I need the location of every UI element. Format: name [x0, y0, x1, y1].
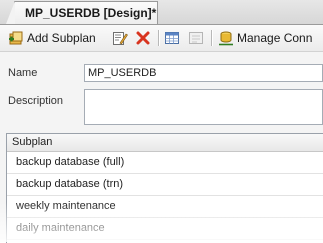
subplan-row[interactable]: daily maintenance [7, 218, 323, 240]
add-subplan-button[interactable]: Add Subplan [8, 29, 96, 47]
manage-connections-label: Manage Conn [237, 31, 313, 45]
add-subplan-label: Add Subplan [27, 31, 96, 45]
manage-connections-button[interactable]: Manage Conn [218, 29, 312, 47]
subplan-grid: Subplan backup database (full) backup da… [6, 133, 323, 243]
disabled-icon [189, 32, 203, 44]
toolbar-separator [158, 30, 159, 46]
subplan-row[interactable]: backup database (full) [7, 152, 323, 174]
description-label: Description [8, 95, 64, 107]
schedule-icon [165, 32, 179, 44]
add-subplan-icon [9, 31, 23, 45]
description-field[interactable] [84, 89, 323, 125]
disabled-button[interactable] [188, 29, 207, 47]
document-tab[interactable]: MP_USERDB [Design]* [6, 1, 158, 24]
subplan-row-label: backup database (full) [16, 156, 125, 168]
document-tab-strip: MP_USERDB [Design]* [0, 0, 323, 25]
subplan-row[interactable]: backup database (trn) [7, 174, 323, 196]
designer-toolbar: Add Subplan Manage Conn [0, 25, 323, 52]
edit-properties-button[interactable] [112, 29, 131, 47]
edit-properties-icon [113, 32, 128, 45]
manage-connections-icon [219, 31, 233, 46]
schedule-button[interactable] [164, 29, 183, 47]
name-field[interactable]: MP_USERDB [84, 64, 323, 82]
subplan-header-label: Subplan [12, 136, 53, 148]
subplan-row[interactable]: weekly maintenance [7, 196, 323, 218]
subplan-row-label: daily maintenance [16, 222, 105, 234]
subplan-row-label: backup database (trn) [16, 178, 124, 190]
delete-button[interactable] [135, 29, 154, 47]
subplan-column-header[interactable]: Subplan [7, 134, 323, 152]
document-tab-title: MP_USERDB [Design]* [25, 6, 157, 20]
subplan-row-label: weekly maintenance [16, 200, 116, 212]
designer-surface: Add Subplan Manage Conn Name MP_USERDB D… [0, 25, 323, 243]
toolbar-separator [211, 30, 212, 46]
delete-icon [136, 31, 150, 45]
name-value: MP_USERDB [88, 67, 157, 79]
name-label: Name [8, 67, 38, 79]
